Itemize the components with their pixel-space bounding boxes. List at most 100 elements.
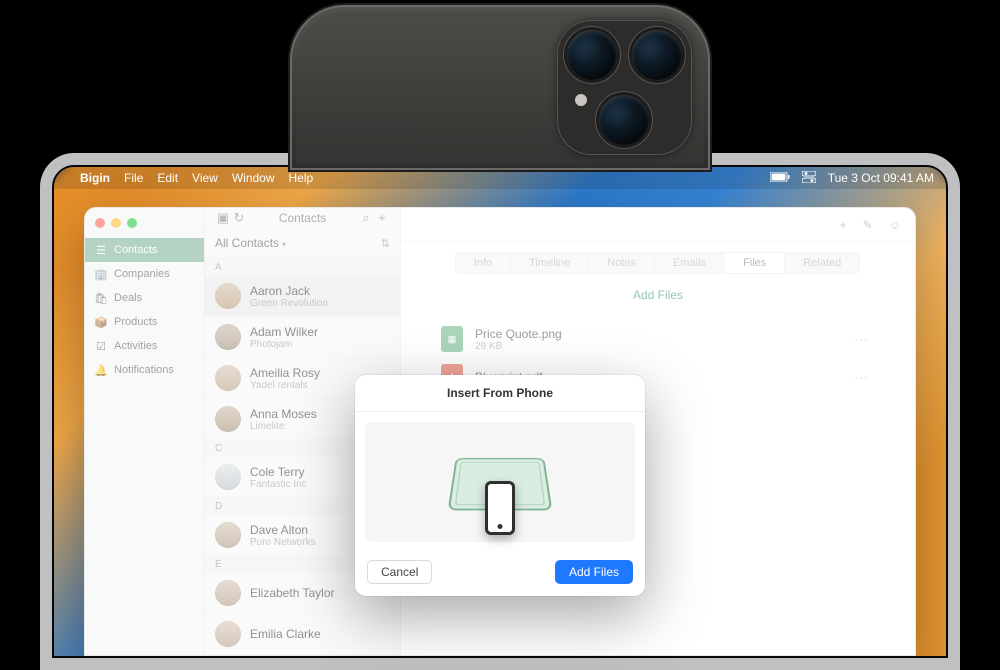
sidebar-item-activities[interactable]: ☑ Activities [85,334,204,358]
bag-icon: 🛍 [95,292,107,304]
close-window-button[interactable] [95,218,105,228]
tab-related[interactable]: Related [784,252,860,274]
menu-file[interactable]: File [124,171,143,185]
modal-body [365,422,635,542]
phone-icon [485,481,515,535]
search-icon[interactable]: ⌕ [358,210,374,226]
sidebar-item-contacts[interactable]: ☰ Contacts [85,238,204,262]
modal-footer: Cancel Add Files [355,552,645,596]
lens-icon [632,30,682,80]
lens-icon [599,95,649,145]
contact-company: Puro Networks [250,537,316,548]
sidebar-item-deals[interactable]: 🛍 Deals [85,286,204,310]
list-title: Contacts [247,211,358,225]
add-contact-icon[interactable]: + [374,210,390,225]
contact-name: Emilia Clarke [250,627,321,641]
control-center-icon[interactable] [802,171,816,186]
sidebar-item-label: Companies [114,268,170,280]
sidebar-item-notifications[interactable]: 🔔 Notifications [85,358,204,382]
add-files-button[interactable]: Add Files [555,560,633,584]
contact-company: Fantastic Inc [250,479,307,490]
camera-module [557,20,692,155]
menu-help[interactable]: Help [289,171,314,185]
menu-window[interactable]: Window [232,171,275,185]
modal-title: Insert From Phone [355,375,645,412]
continuity-camera-illustration [452,447,548,517]
lens-icon [567,30,617,80]
file-name: Price Quote.png [475,327,562,341]
file-more-icon[interactable]: ⋯ [854,369,875,386]
sidebar-item-companies[interactable]: 🏢 Companies [85,262,204,286]
add-icon[interactable]: + [840,218,847,232]
box-icon: 📦 [95,316,107,328]
sort-icon[interactable]: ⇅ [381,237,390,250]
menubar-datetime[interactable]: Tue 3 Oct 09:41 AM [828,171,934,185]
sidebar: ☰ Contacts 🏢 Companies 🛍 Deals 📦 Product… [85,208,205,655]
app-name[interactable]: Bigin [80,171,110,185]
window-controls [85,208,204,238]
contact-row[interactable]: Adam WilkerPhotojam [205,317,400,358]
sidebar-item-label: Contacts [114,244,157,256]
contact-name: Adam Wilker [250,325,318,339]
minimize-window-button[interactable] [111,218,121,228]
contact-row[interactable]: Emilia Clarke [205,614,400,655]
filter-label: All Contacts [215,236,279,250]
section-header: A [205,259,400,276]
tab-info[interactable]: Info [455,252,511,274]
sidebar-item-label: Deals [114,292,142,304]
file-more-icon[interactable]: ⋯ [854,331,875,348]
battery-icon[interactable] [770,171,790,185]
avatar [215,324,241,350]
contact-name: Cole Terry [250,465,307,479]
add-files-link[interactable]: Add Files [401,288,915,302]
cancel-button[interactable]: Cancel [367,560,432,584]
contact-name: Dave Alton [250,523,316,537]
tab-files[interactable]: Files [724,252,785,274]
menu-edit[interactable]: Edit [157,171,178,185]
tab-notes[interactable]: Notes [588,252,655,274]
list-toolbar: ▣ ↻ Contacts ⌕ + [205,208,400,228]
avatar [215,283,241,309]
edit-icon[interactable]: ✎ [863,218,873,232]
fullscreen-window-button[interactable] [127,218,137,228]
tab-timeline[interactable]: Timeline [510,252,589,274]
contact-row[interactable]: Aaron JackGreen Revolution [205,276,400,317]
avatar [215,464,241,490]
sidebar-item-label: Activities [114,340,157,352]
insert-from-phone-modal: Insert From Phone Cancel Add Files [355,375,645,596]
sidebar-toggle-icon[interactable]: ▣ [215,210,231,226]
contact-company: Yadel rentals [250,380,320,391]
check-icon: ☑ [95,340,107,352]
iphone-device [290,5,710,170]
list-filter[interactable]: All Contacts▾ ⇅ [205,228,400,259]
avatar [215,621,241,647]
tab-emails[interactable]: Emails [654,252,725,274]
contact-company: Photojam [250,339,318,350]
contact-company: Limelite [250,421,317,432]
sidebar-item-label: Products [114,316,157,328]
contact-name: Elizabeth Taylor [250,586,335,600]
sidebar-item-label: Notifications [114,364,174,376]
avatar [215,522,241,548]
file-row[interactable]: ▦ Price Quote.png29 KB ⋯ [401,320,915,358]
system-menubar: Bigin File Edit View Window Help Tue 3 O… [54,167,946,189]
avatar [215,406,241,432]
more-icon[interactable]: ☺ [889,218,901,232]
bell-icon: 🔔 [95,364,107,376]
avatar [215,580,241,606]
detail-tabs: Info Timeline Notes Emails Files Related [401,252,915,274]
contact-name: Ameilia Rosy [250,366,320,380]
menu-view[interactable]: View [192,171,218,185]
contact-name: Aaron Jack [250,284,328,298]
file-size: 29 KB [475,341,562,352]
refresh-icon[interactable]: ↻ [231,210,247,226]
detail-toolbar: + ✎ ☺ [401,208,915,242]
contact-company: Green Revolution [250,298,328,309]
building-icon: 🏢 [95,268,107,280]
contact-name: Anna Moses [250,407,317,421]
flash-icon [575,94,587,106]
chevron-down-icon: ▾ [282,240,286,249]
person-icon: ☰ [95,244,107,256]
image-file-icon: ▦ [441,326,463,352]
sidebar-item-products[interactable]: 📦 Products [85,310,204,334]
